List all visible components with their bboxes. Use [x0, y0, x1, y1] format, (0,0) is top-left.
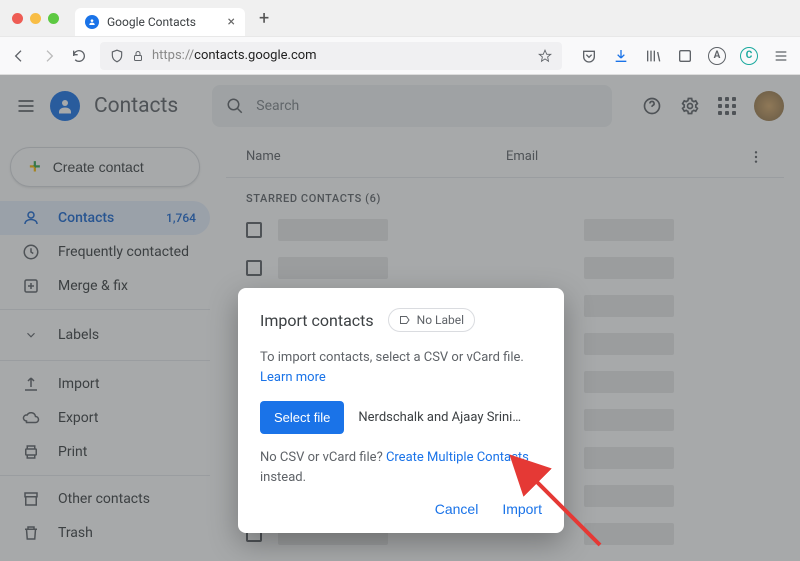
dialog-actions: Cancel Import	[260, 501, 542, 517]
extension-icon[interactable]	[676, 47, 694, 65]
dialog-title: Import contacts	[260, 311, 374, 330]
favicon-icon	[85, 15, 99, 29]
shield-icon	[110, 49, 124, 63]
bookmark-star-icon[interactable]	[538, 49, 552, 63]
label-chip[interactable]: No Label	[388, 308, 475, 332]
close-window-icon[interactable]	[12, 13, 23, 24]
browser-tab[interactable]: Google Contacts ×	[75, 8, 245, 36]
reload-button[interactable]	[70, 47, 88, 65]
lock-icon	[132, 50, 144, 62]
cancel-button[interactable]: Cancel	[435, 501, 479, 517]
download-icon[interactable]	[612, 47, 630, 65]
back-button[interactable]	[10, 47, 28, 65]
browser-chrome: Google Contacts × + https://contacts.goo…	[0, 0, 800, 75]
maximize-window-icon[interactable]	[48, 13, 59, 24]
close-tab-icon[interactable]: ×	[228, 14, 235, 30]
url-text: https://contacts.google.com	[152, 48, 317, 63]
selected-file-name: Nerdschalk and Ajaay Srini…	[358, 410, 521, 425]
library-icon[interactable]	[644, 47, 662, 65]
label-icon	[399, 314, 411, 326]
account-a-icon[interactable]: A	[708, 47, 726, 65]
dialog-alt-text: No CSV or vCard file? Create Multiple Co…	[260, 448, 542, 487]
learn-more-link[interactable]: Learn more	[260, 370, 326, 385]
browser-toolbar: https://contacts.google.com A C	[0, 36, 800, 74]
toolbar-right: A C	[580, 47, 790, 65]
app: Contacts Search + Create contact Contact…	[0, 75, 800, 561]
import-contacts-dialog: Import contacts No Label To import conta…	[238, 288, 564, 533]
window-controls	[12, 13, 59, 24]
file-select-row: Select file Nerdschalk and Ajaay Srini…	[260, 401, 542, 434]
forward-button[interactable]	[40, 47, 58, 65]
titlebar: Google Contacts × +	[0, 0, 800, 36]
dialog-description: To import contacts, select a CSV or vCar…	[260, 348, 542, 387]
import-button[interactable]: Import	[502, 501, 542, 517]
menu-icon[interactable]	[772, 47, 790, 65]
minimize-window-icon[interactable]	[30, 13, 41, 24]
url-bar[interactable]: https://contacts.google.com	[100, 42, 562, 70]
dialog-header: Import contacts No Label	[260, 308, 542, 332]
pocket-icon[interactable]	[580, 47, 598, 65]
select-file-button[interactable]: Select file	[260, 401, 344, 434]
new-tab-button[interactable]: +	[259, 8, 269, 29]
label-chip-text: No Label	[417, 313, 464, 327]
account-c-icon[interactable]: C	[740, 47, 758, 65]
create-multiple-link[interactable]: Create Multiple Contacts	[386, 450, 529, 465]
tab-title: Google Contacts	[107, 15, 196, 29]
